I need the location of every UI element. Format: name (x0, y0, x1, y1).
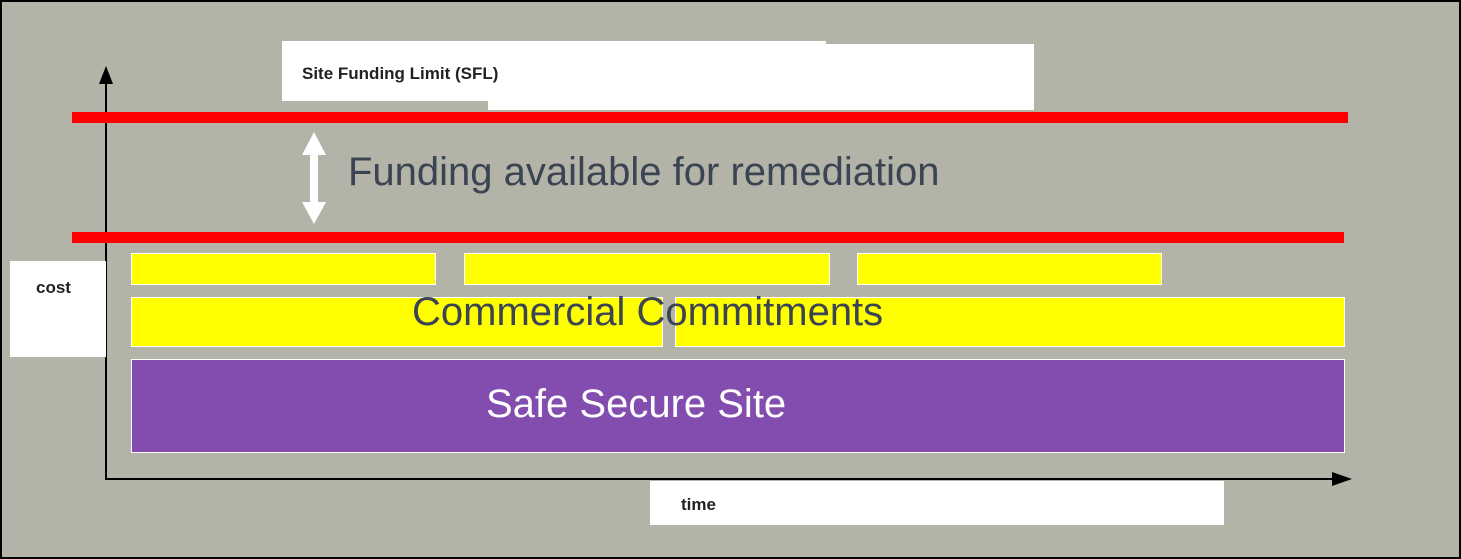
time-label-box (650, 481, 1224, 525)
cost-label-box (10, 261, 106, 357)
commitment-block (131, 253, 436, 285)
commitment-block (857, 253, 1162, 285)
funding-label: Funding available for remediation (348, 150, 940, 194)
time-axis-label: time (681, 495, 716, 514)
safe-secure-site-label: Safe Secure Site (486, 382, 787, 426)
commercial-commitments-label: Commercial Commitments (412, 290, 884, 334)
diagram-canvas: Site Funding Limit (SFL) Funding availab… (0, 0, 1461, 559)
commitment-block (464, 253, 830, 285)
cost-axis-label: cost (36, 278, 71, 297)
